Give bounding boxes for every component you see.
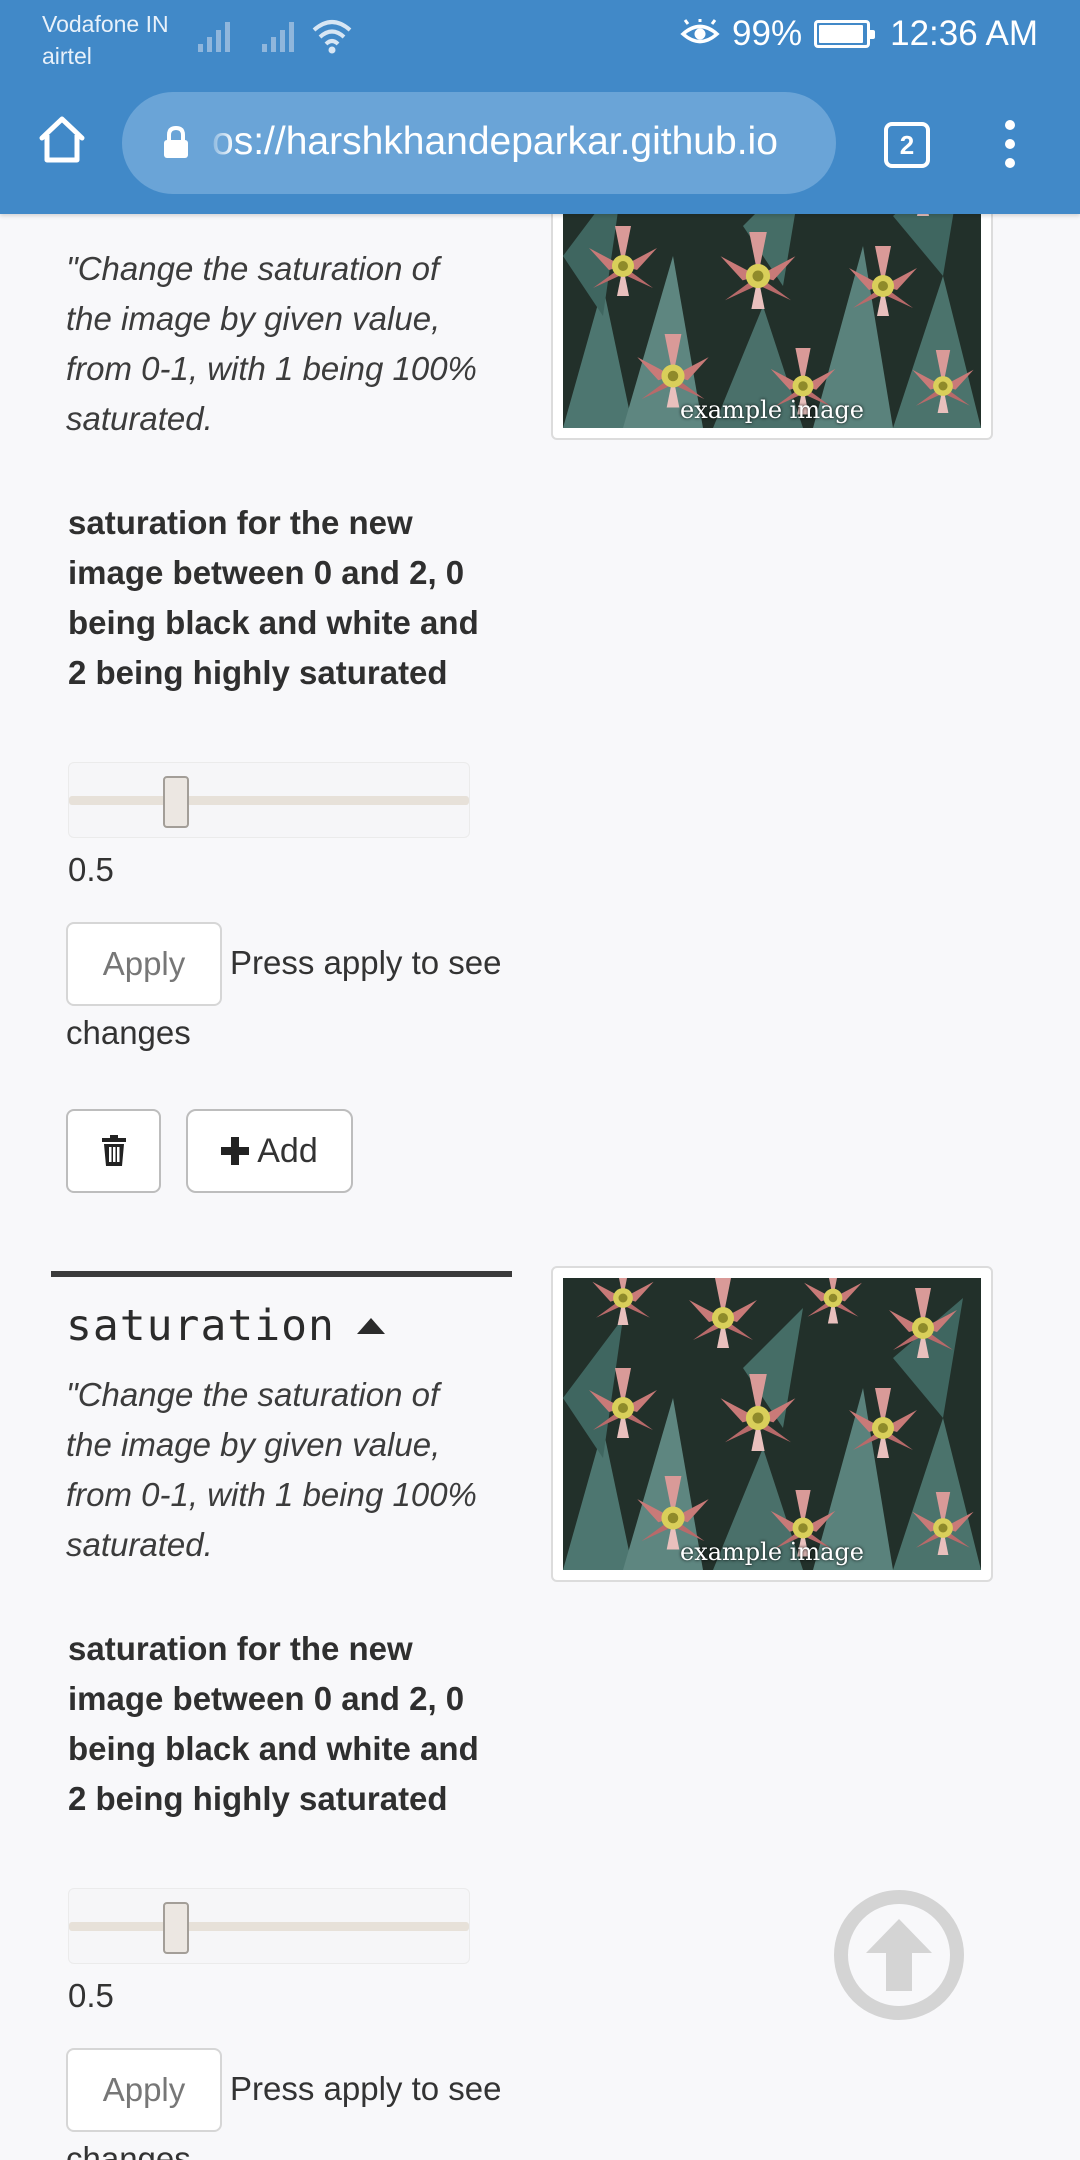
scroll-to-top-button[interactable]	[834, 1890, 964, 2020]
tab-switcher-button[interactable]: 2	[884, 122, 930, 168]
slider-thumb[interactable]	[162, 776, 189, 828]
clock: 12:36 AM	[890, 14, 1038, 53]
url-fade	[206, 92, 234, 194]
slider-track	[69, 1922, 469, 1931]
url-text: os://harshkhandeparkar.github.io	[212, 120, 778, 163]
filter-section: "Change the saturation of the image by g…	[0, 214, 1080, 1214]
saturation-slider[interactable]	[68, 1888, 470, 1964]
slider-thumb[interactable]	[162, 1902, 189, 1954]
caret-up-icon[interactable]	[356, 1318, 385, 1334]
home-icon[interactable]	[36, 114, 88, 166]
preview-image-frame: example image	[551, 1266, 993, 1582]
tulip-photo	[563, 1278, 981, 1570]
slider-value: 0.5	[68, 851, 114, 888]
filter-section: saturation "Change the saturation of the…	[0, 1266, 1080, 2160]
carrier-info: Vodafone IN airtel	[42, 8, 169, 72]
eye-comfort-icon	[680, 19, 720, 44]
image-caption: example image	[680, 1538, 864, 1566]
preview-image-frame: example image	[551, 214, 993, 440]
filter-description: "Change the saturation of the image by g…	[66, 250, 477, 437]
filter-description: "Change the saturation of the image by g…	[66, 1376, 477, 1563]
slider-value: 0.5	[68, 1977, 114, 2014]
input-label: saturation for the new image between 0 a…	[68, 1630, 479, 1817]
battery-icon	[814, 20, 876, 48]
input-label: saturation for the new image between 0 a…	[68, 504, 479, 691]
add-label: Add	[257, 1131, 318, 1170]
lock-icon	[164, 126, 188, 158]
preview-image: example image	[563, 1278, 981, 1570]
filter-title[interactable]: saturation	[66, 1298, 385, 1354]
status-right: 99% 12:36 AM	[680, 14, 1038, 54]
apply-button[interactable]: Apply	[66, 922, 222, 1006]
preview-image: example image	[563, 214, 981, 428]
carrier-name-1: Vodafone IN	[42, 11, 169, 37]
saturation-slider[interactable]	[68, 762, 470, 838]
signal-icon	[198, 22, 230, 52]
delete-button[interactable]	[66, 1109, 161, 1193]
filter-title-text: saturation	[66, 1301, 335, 1351]
wifi-icon	[312, 20, 352, 54]
trash-icon	[101, 1135, 126, 1166]
page-content: "Change the saturation of the image by g…	[0, 214, 1080, 2160]
status-bar: Vodafone IN airtel 99% 12:36 AM	[0, 0, 1080, 76]
more-vert-icon[interactable]	[996, 116, 1024, 172]
url-bar[interactable]: os://harshkhandeparkar.github.io	[122, 92, 836, 194]
add-button[interactable]: Add	[186, 1109, 353, 1193]
apply-button[interactable]: Apply	[66, 2048, 222, 2132]
plus-icon	[221, 1137, 250, 1165]
carrier-name-2: airtel	[42, 43, 92, 69]
image-caption: example image	[680, 396, 864, 424]
signal-icon	[262, 22, 294, 52]
browser-toolbar: os://harshkhandeparkar.github.io 2	[0, 76, 1080, 214]
slider-track	[69, 796, 469, 805]
browser-chrome: Vodafone IN airtel 99% 12:36 AM os://har…	[0, 0, 1080, 214]
arrow-up-circle-icon	[866, 1919, 932, 1991]
battery-percent: 99%	[732, 14, 803, 53]
